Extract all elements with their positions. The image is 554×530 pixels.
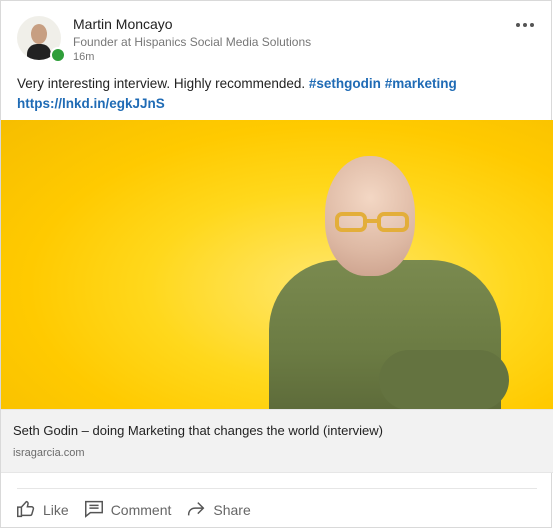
- comment-label: Comment: [110, 502, 172, 518]
- share-label: Share: [213, 502, 251, 518]
- author-headline: Founder at Hispanics Social Media Soluti…: [73, 35, 312, 49]
- portrait-arm: [379, 350, 509, 409]
- online-status-dot: [50, 47, 66, 63]
- post-body: Very interesting interview. Highly recom…: [17, 76, 306, 91]
- link-title[interactable]: Seth Godin – doing Marketing that change…: [13, 423, 383, 438]
- social-actions: Like Comment Share: [15, 497, 251, 523]
- hashtag-sethgodin[interactable]: #sethgodin: [309, 76, 381, 91]
- post-time: 16m: [73, 51, 95, 63]
- actions-divider: [17, 488, 537, 489]
- link-preview[interactable]: Seth Godin – doing Marketing that change…: [1, 409, 553, 473]
- avatar-face: [31, 24, 47, 44]
- comment-icon: [83, 498, 105, 523]
- more-dot: [516, 23, 520, 27]
- like-label: Like: [43, 502, 69, 518]
- link-domain: isragarcia.com: [13, 447, 85, 459]
- more-icon[interactable]: [513, 16, 537, 34]
- post-card: Martin Moncayo Founder at Hispanics Soci…: [0, 0, 553, 528]
- more-dot: [523, 23, 527, 27]
- thumbs-up-icon: [15, 498, 37, 523]
- post-header: Martin Moncayo Founder at Hispanics Soci…: [17, 16, 537, 64]
- author-name[interactable]: Martin Moncayo: [73, 16, 173, 32]
- portrait-glasses: [335, 212, 417, 236]
- hashtag-marketing[interactable]: #marketing: [385, 76, 457, 91]
- share-button[interactable]: Share: [185, 497, 251, 523]
- portrait-illustration: [261, 140, 509, 409]
- glasses-lens-right: [377, 212, 409, 232]
- preview-image[interactable]: [1, 120, 553, 409]
- like-button[interactable]: Like: [15, 497, 69, 523]
- glasses-lens-left: [335, 212, 367, 232]
- avatar-shirt: [27, 44, 51, 60]
- more-dot: [530, 23, 534, 27]
- short-link[interactable]: https://lnkd.in/egkJJnS: [17, 96, 165, 111]
- share-icon: [185, 498, 207, 523]
- avatar-container[interactable]: [17, 16, 66, 63]
- post-text: Very interesting interview. Highly recom…: [17, 74, 537, 114]
- comment-button[interactable]: Comment: [83, 497, 172, 523]
